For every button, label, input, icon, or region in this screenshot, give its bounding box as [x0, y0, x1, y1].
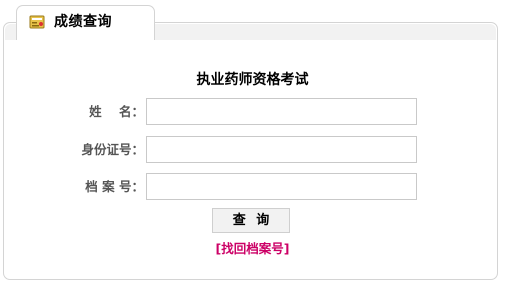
id-number-label: 身份证号： — [81, 142, 144, 157]
find-file-number-link[interactable]: [找回档案号] — [0, 241, 505, 257]
name-input[interactable] — [146, 98, 417, 125]
tab-title: 成绩查询 — [54, 14, 112, 30]
exam-title: 执业药师资格考试 — [196, 72, 309, 88]
tab-score-query: 成绩查询 — [16, 5, 155, 40]
score-report-icon — [29, 14, 45, 30]
id-number-input[interactable] — [146, 136, 417, 163]
file-number-input[interactable] — [146, 173, 417, 200]
file-number-label: 档 案 号： — [85, 179, 144, 194]
query-button[interactable]: 查 询 — [212, 208, 290, 233]
name-label: 姓 名： — [89, 104, 144, 119]
